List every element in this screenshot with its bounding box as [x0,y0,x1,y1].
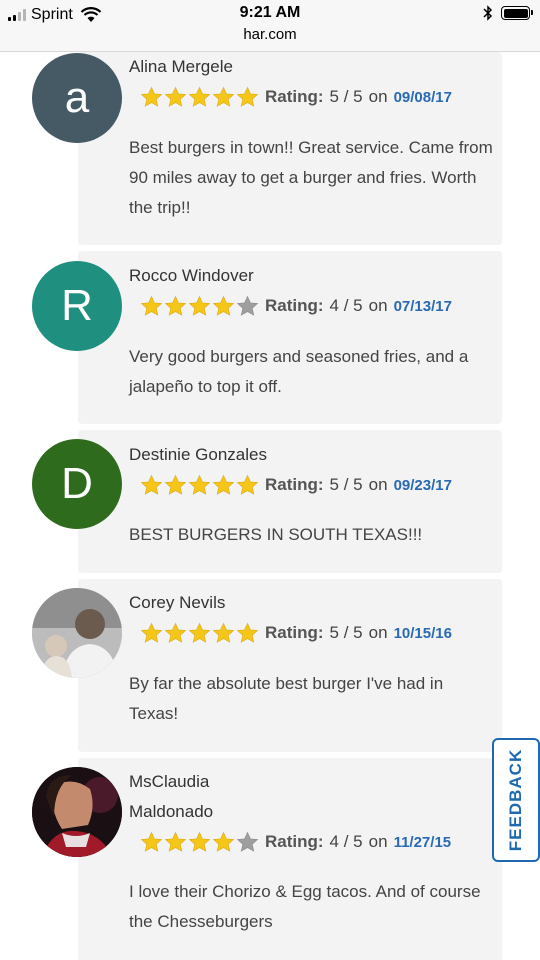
star-filled-icon [236,622,259,643]
avatar[interactable] [32,588,122,678]
star-filled-icon [164,86,187,107]
reviewer-name[interactable]: Destinie Gonzales [129,440,289,470]
rating-label: Rating: [265,832,324,851]
star-filled-icon [164,622,187,643]
rating-label: Rating: [265,87,324,106]
star-filled-icon [212,622,235,643]
rating-line: Rating: 5 / 5 on 10/15/16 [140,620,452,646]
star-filled-icon [212,295,235,316]
rating-value: 5 / 5 [329,87,363,106]
star-rating [140,295,259,318]
review-text: By far the absolute best burger I've had… [129,674,444,723]
star-rating [140,474,259,497]
rating-line: Rating: 5 / 5 on 09/08/17 [140,84,452,110]
profile-photo [32,767,122,857]
rating-line: Rating: 5 / 5 on 09/23/17 [140,472,452,498]
review-date: 07/13/17 [393,297,452,315]
star-filled-icon [236,474,259,495]
review-text: BEST BURGERS IN SOUTH TEXAS!!! [129,525,423,544]
battery-icon [501,6,533,20]
feedback-label: FEEDBACK [506,748,526,852]
star-empty-icon [236,295,259,316]
review-text: I love their Chorizo & Egg tacos. And of… [129,882,481,931]
rating-on-text: on [368,832,388,851]
rating-on-text: on [368,296,388,315]
rating-value: 4 / 5 [329,832,363,851]
star-filled-icon [188,474,211,495]
rating-on-text: on [368,623,388,642]
star-filled-icon [188,831,211,852]
review-date: 09/23/17 [393,476,452,494]
avatar-initial: D [61,459,93,508]
star-filled-icon [188,622,211,643]
star-filled-icon [164,831,187,852]
reviewer-name[interactable]: MsClaudia Maldonado [129,767,289,827]
review-text: Very good burgers and seasoned fries, an… [129,347,469,396]
rating-value: 5 / 5 [329,623,363,642]
star-rating [140,86,259,109]
rating-line: Rating: 4 / 5 on 11/27/15 [140,829,451,855]
star-filled-icon [140,831,163,852]
star-filled-icon [212,474,235,495]
rating-label: Rating: [265,475,324,494]
review-date: 11/27/15 [393,833,452,851]
profile-photo [32,588,122,678]
review-text: Best burgers in town!! Great service. Ca… [129,138,493,217]
avatar-initial: R [61,281,93,330]
rating-label: Rating: [265,296,324,315]
status-bar: Sprint 9:21 AM har.com [0,0,540,52]
star-filled-icon [212,86,235,107]
avatar[interactable]: a [32,53,122,143]
reviewer-name[interactable]: Corey Nevils [129,588,289,618]
star-filled-icon [164,295,187,316]
rating-label: Rating: [265,623,324,642]
star-filled-icon [164,474,187,495]
star-filled-icon [140,295,163,316]
review-date: 09/08/17 [393,88,452,106]
avatar[interactable] [32,767,122,857]
clock: 9:21 AM [239,4,301,21]
reviewer-name[interactable]: Alina Mergele [129,52,289,82]
feedback-button[interactable]: FEEDBACK [492,738,540,862]
rating-on-text: on [368,87,388,106]
star-filled-icon [212,831,235,852]
star-filled-icon [140,474,163,495]
avatar[interactable]: R [32,261,122,351]
star-rating [140,831,259,854]
bluetooth-icon [483,5,493,21]
reviewer-name[interactable]: Rocco Windover [129,261,289,291]
star-empty-icon [236,831,259,852]
star-filled-icon [140,622,163,643]
rating-line: Rating: 4 / 5 on 07/13/17 [140,293,452,319]
star-filled-icon [188,295,211,316]
star-filled-icon [140,86,163,107]
rating-on-text: on [368,475,388,494]
star-filled-icon [188,86,211,107]
avatar-initial: a [64,73,90,122]
star-rating [140,622,259,645]
rating-value: 4 / 5 [329,296,363,315]
address-bar[interactable]: har.com [0,26,540,43]
star-filled-icon [236,86,259,107]
rating-value: 5 / 5 [329,475,363,494]
avatar[interactable]: D [32,439,122,529]
review-date: 10/15/16 [393,624,452,642]
